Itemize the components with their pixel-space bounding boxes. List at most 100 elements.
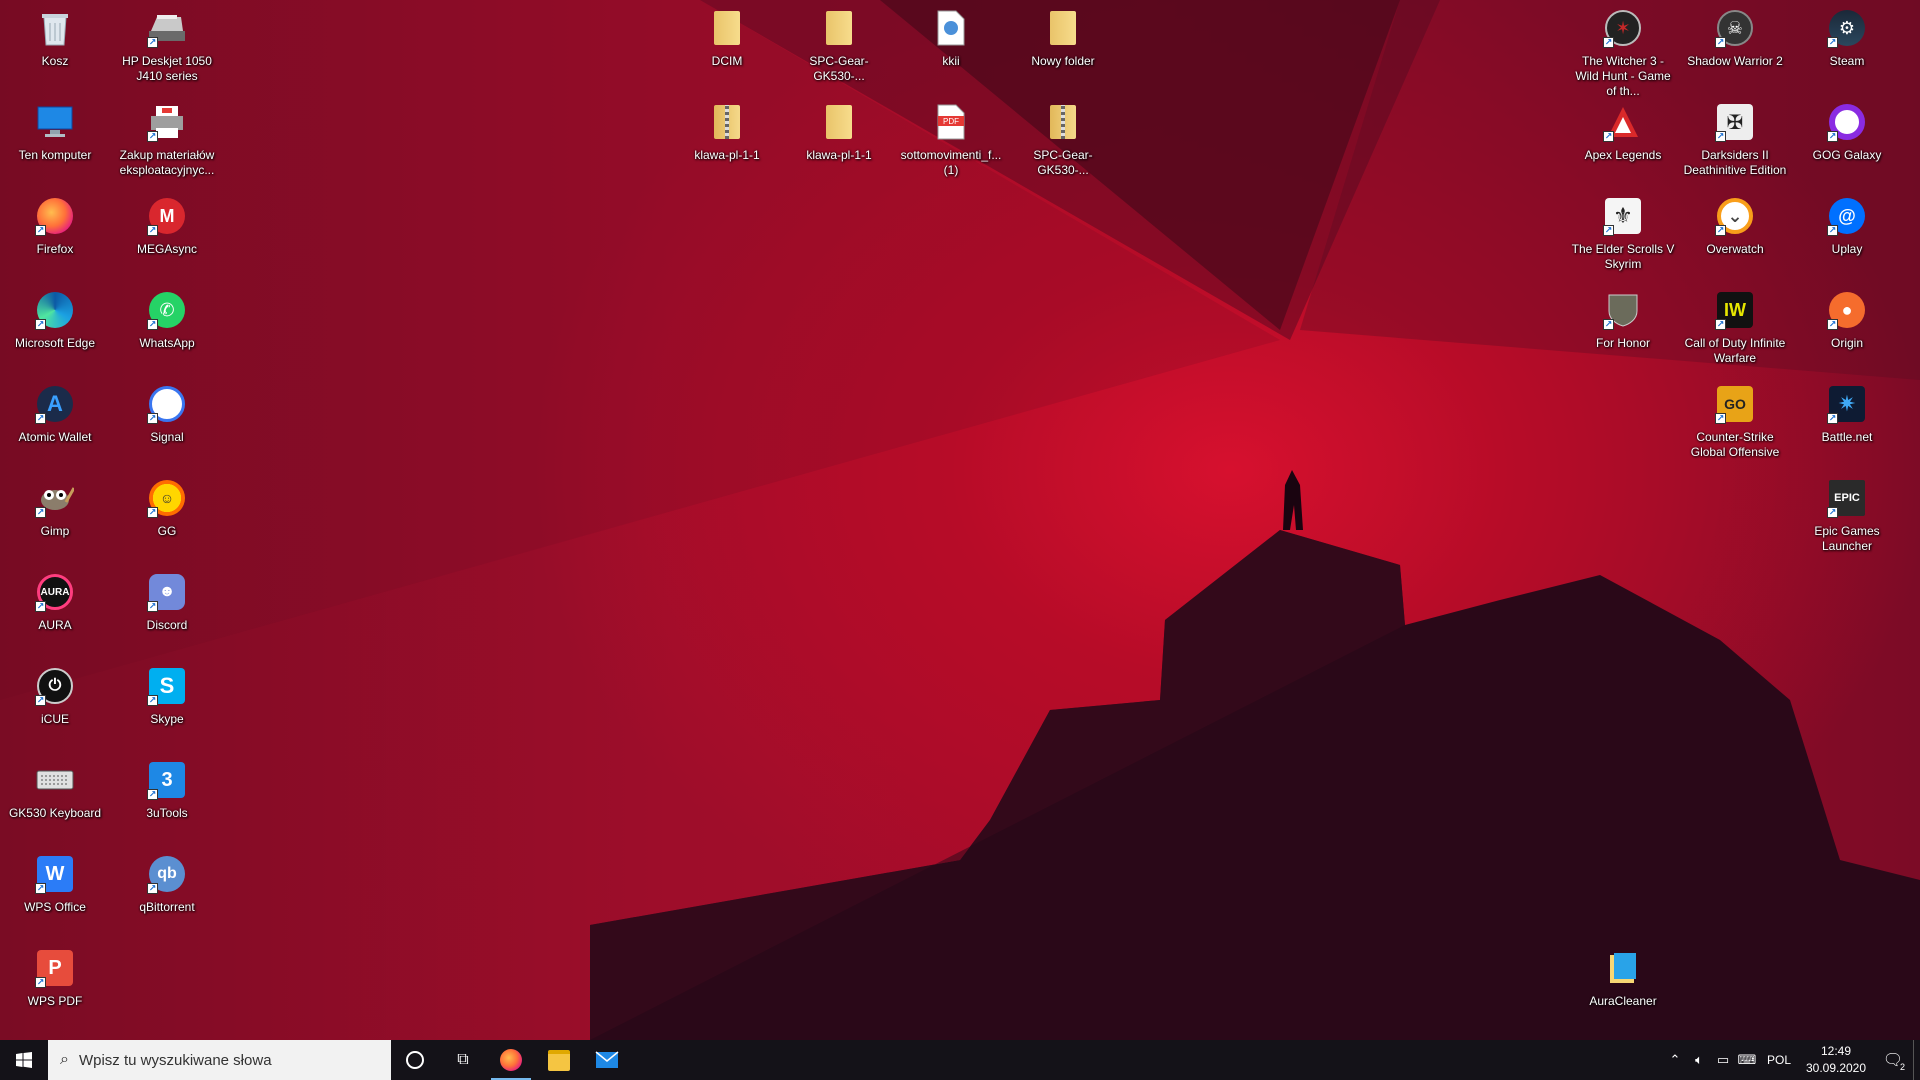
desktop-icon-gimp[interactable]: ↗ Gimp <box>3 470 107 539</box>
desktop-icon-gg[interactable]: ☺ ↗ GG <box>115 470 219 539</box>
shortcut-arrow-icon: ↗ <box>1827 37 1838 48</box>
desktop-icon-for-honor[interactable]: ↗ For Honor <box>1571 282 1675 351</box>
icon-label: qBittorrent <box>139 900 195 914</box>
icon-label: Call of Duty Infinite Warfare <box>1684 336 1786 365</box>
search-box[interactable]: ⌕ Wpisz tu wyszukiwane słowa <box>48 1040 391 1080</box>
shortcut-arrow-icon: ↗ <box>1603 131 1614 142</box>
show-hidden-icons-chevron-icon[interactable]: ⌃ <box>1663 1052 1687 1068</box>
icon-label: Firefox <box>36 242 74 256</box>
desktop-icon-klawa-folder[interactable]: klawa-pl-1-1 <box>787 94 891 163</box>
discord-icon: ☻ ↗ <box>147 572 187 612</box>
action-center-button[interactable]: 🗨︎ 2 <box>1873 1040 1913 1080</box>
shortcut-arrow-icon: ↗ <box>1715 225 1726 236</box>
desktop-icon-csgo[interactable]: GO ↗ Counter-Strike Global Offensive <box>1683 376 1787 460</box>
desktop-icon-aura[interactable]: AURA ↗ AURA <box>3 564 107 633</box>
desktop-icon-discord[interactable]: ☻ ↗ Discord <box>115 564 219 633</box>
icon-label: Ten komputer <box>18 148 92 162</box>
shortcut-arrow-icon: ↗ <box>35 413 46 424</box>
touch-keyboard-icon[interactable]: ⌨︎ <box>1735 1052 1759 1068</box>
desktop-icon-whatsapp[interactable]: ✆ ↗ WhatsApp <box>115 282 219 351</box>
network-icon[interactable]: ▭ <box>1711 1052 1735 1068</box>
search-icon: ⌕ <box>60 1051 69 1068</box>
shortcut-arrow-icon: ↗ <box>1827 319 1838 330</box>
desktop-icon-klawa-zip[interactable]: klawa-pl-1-1 <box>675 94 779 163</box>
shortcut-arrow-icon: ↗ <box>147 37 158 48</box>
skyrim-icon: ⚜ ↗ <box>1603 196 1643 236</box>
desktop-icon-edge[interactable]: ↗ Microsoft Edge <box>3 282 107 351</box>
desktop-icon-shadow-warrior-2[interactable]: ☠ ↗ Shadow Warrior 2 <box>1683 0 1787 69</box>
desktop-icon-steam[interactable]: ⚙ ↗ Steam <box>1795 0 1899 69</box>
desktop-icon-sottomovimenti-pdf[interactable]: PDF sottomovimenti_f... (1) <box>899 94 1003 178</box>
taskbar-mail[interactable] <box>583 1040 631 1080</box>
folder-icon <box>819 8 859 48</box>
icon-label: Nowy folder <box>1031 54 1095 68</box>
3utools-icon: 3 ↗ <box>147 760 187 800</box>
edge-icon: ↗ <box>35 290 75 330</box>
desktop-icon-darksiders-2[interactable]: ✠ ↗ Darksiders II Deathinitive Edition <box>1683 94 1787 178</box>
witcher-icon: ✶ ↗ <box>1603 8 1643 48</box>
icon-label: Discord <box>146 618 188 632</box>
mail-icon <box>595 1051 619 1068</box>
overwatch-icon: ⌄ ↗ <box>1715 196 1755 236</box>
taskbar-file-explorer[interactable] <box>535 1040 583 1080</box>
desktop-icon-dcim[interactable]: DCIM <box>675 0 779 69</box>
icon-label: Uplay <box>1831 242 1863 256</box>
cortana-button[interactable] <box>391 1040 439 1080</box>
darksiders-icon: ✠ ↗ <box>1715 102 1755 142</box>
desktop-icon-hp-printer[interactable]: ↗ HP Deskjet 1050 J410 series <box>115 0 219 84</box>
icon-label: For Honor <box>1595 336 1651 350</box>
desktop-icon-icue[interactable]: ⏻ ↗ iCUE <box>3 658 107 727</box>
desktop-icon-witcher3[interactable]: ✶ ↗ The Witcher 3 - Wild Hunt - Game of … <box>1571 0 1675 99</box>
desktop-icon-overwatch[interactable]: ⌄ ↗ Overwatch <box>1683 188 1787 257</box>
icon-label: klawa-pl-1-1 <box>806 148 872 162</box>
volume-icon[interactable]: 🔈︎ <box>1687 1052 1711 1068</box>
desktop-icon-apex-legends[interactable]: ↗ Apex Legends <box>1571 94 1675 163</box>
desktop-icon-spc-gear-folder[interactable]: SPC-Gear-GK530-... <box>787 0 891 84</box>
desktop-icon-spc-gear-zip[interactable]: SPC-Gear-GK530-... <box>1011 94 1115 178</box>
desktop-icon-battle-net[interactable]: ✷ ↗ Battle.net <box>1795 376 1899 445</box>
task-view-button[interactable]: ⧉ <box>439 1040 487 1080</box>
shortcut-arrow-icon: ↗ <box>1603 319 1614 330</box>
desktop-icon-kkii[interactable]: kkii <box>899 0 1003 69</box>
desktop-icon-nowy-folder[interactable]: Nowy folder <box>1011 0 1115 69</box>
icon-label: sottomovimenti_f... (1) <box>900 148 1002 177</box>
taskbar-firefox[interactable] <box>487 1040 535 1080</box>
desktop-icon-cod-infinite-warfare[interactable]: IW ↗ Call of Duty Infinite Warfare <box>1683 282 1787 366</box>
desktop-icon-origin[interactable]: ● ↗ Origin <box>1795 282 1899 351</box>
shortcut-arrow-icon: ↗ <box>147 225 158 236</box>
desktop-icon-epic-games[interactable]: EPIC ↗ Epic Games Launcher <box>1795 470 1899 554</box>
desktop-icon-skype[interactable]: S ↗ Skype <box>115 658 219 727</box>
desktop-icon-atomic-wallet[interactable]: A ↗ Atomic Wallet <box>3 376 107 445</box>
desktop-icon-megasync[interactable]: M ↗ MEGAsync <box>115 188 219 257</box>
desktop-icon-gk530-keyboard[interactable]: GK530 Keyboard <box>3 752 107 821</box>
show-desktop-button[interactable] <box>1913 1040 1920 1080</box>
desktop-icon-auracleaner[interactable]: AuraCleaner <box>1571 940 1675 1009</box>
desktop-icon-wps-pdf[interactable]: P ↗ WPS PDF <box>3 940 107 1009</box>
icon-label: WPS Office <box>24 900 86 914</box>
desktop-icon-signal[interactable]: ↗ Signal <box>115 376 219 445</box>
desktop-icon-uplay[interactable]: @ ↗ Uplay <box>1795 188 1899 257</box>
desktop[interactable]: Kosz ↗ HP Deskjet 1050 J410 series Ten k… <box>0 0 1920 1040</box>
search-placeholder: Wpisz tu wyszukiwane słowa <box>78 1051 272 1069</box>
windows-logo-icon <box>16 1052 32 1068</box>
clock[interactable]: 12:49 30.09.2020 <box>1799 1043 1873 1077</box>
start-button[interactable] <box>0 1040 48 1080</box>
shortcut-arrow-icon: ↗ <box>35 977 46 988</box>
desktop-icon-gog-galaxy[interactable]: ↗ GOG Galaxy <box>1795 94 1899 163</box>
desktop-icon-this-pc[interactable]: Ten komputer <box>3 94 107 163</box>
desktop-icon-3utools[interactable]: 3 ↗ 3uTools <box>115 752 219 821</box>
computer-icon <box>35 102 75 142</box>
icon-label: AuraCleaner <box>1589 994 1657 1008</box>
desktop-icon-firefox[interactable]: ↗ Firefox <box>3 188 107 257</box>
system-tray: ⌃ 🔈︎ ▭ ⌨︎ POL 12:49 30.09.2020 🗨︎ 2 <box>1663 1040 1920 1080</box>
shortcut-arrow-icon: ↗ <box>1715 413 1726 424</box>
battlenet-icon: ✷ ↗ <box>1827 384 1867 424</box>
desktop-icon-wps-office[interactable]: W ↗ WPS Office <box>3 846 107 915</box>
desktop-icon-recycle-bin[interactable]: Kosz <box>3 0 107 69</box>
desktop-icon-skyrim[interactable]: ⚜ ↗ The Elder Scrolls V Skyrim <box>1571 188 1675 272</box>
icon-label: Shadow Warrior 2 <box>1687 54 1783 68</box>
language-indicator[interactable]: POL <box>1759 1053 1799 1067</box>
aura-icon: AURA ↗ <box>35 572 75 612</box>
desktop-icon-qbittorrent[interactable]: qb ↗ qBittorrent <box>115 846 219 915</box>
desktop-icon-hp-supplies[interactable]: ↗ Zakup materiałów eksploatacyjnyc... <box>115 94 219 178</box>
